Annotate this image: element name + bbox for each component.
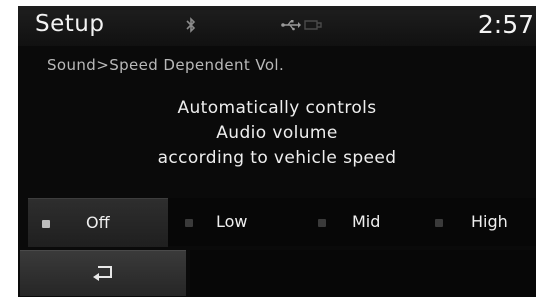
option-label: Mid	[352, 212, 381, 231]
option-indicator-icon	[185, 219, 193, 227]
bottom-bar	[190, 250, 536, 297]
option-mid[interactable]: Mid	[294, 198, 418, 246]
bluetooth-icon	[186, 17, 196, 33]
usb-icon	[281, 20, 301, 31]
option-label: High	[471, 212, 508, 231]
option-label: Off	[86, 213, 110, 232]
option-indicator-icon	[318, 219, 326, 227]
description-line: according to vehicle speed	[157, 148, 397, 168]
option-off[interactable]: Off	[28, 198, 168, 247]
breadcrumb: Sound>Speed Dependent Vol.	[47, 56, 285, 74]
option-low[interactable]: Low	[168, 198, 294, 246]
title-bar: Setup 2:57	[18, 6, 536, 46]
description-line: Automatically controls	[177, 98, 377, 118]
page-title: Setup	[35, 11, 105, 37]
option-high[interactable]: High	[418, 198, 536, 246]
selected-indicator-icon	[42, 220, 50, 228]
head-unit-screen: Setup 2:57 Sound>Speed Dependent Vol. Au…	[18, 6, 536, 297]
back-arrow-icon	[93, 266, 112, 281]
speed-volume-options: Off Low Mid High	[28, 198, 536, 247]
option-indicator-icon	[435, 219, 443, 227]
description-text: Automatically controls Audio volume acco…	[18, 96, 536, 171]
back-button[interactable]	[20, 250, 186, 296]
clock: 2:57	[477, 10, 534, 39]
description-line: Audio volume	[216, 123, 338, 143]
ipod-icon	[304, 20, 322, 30]
option-label: Low	[216, 212, 248, 231]
